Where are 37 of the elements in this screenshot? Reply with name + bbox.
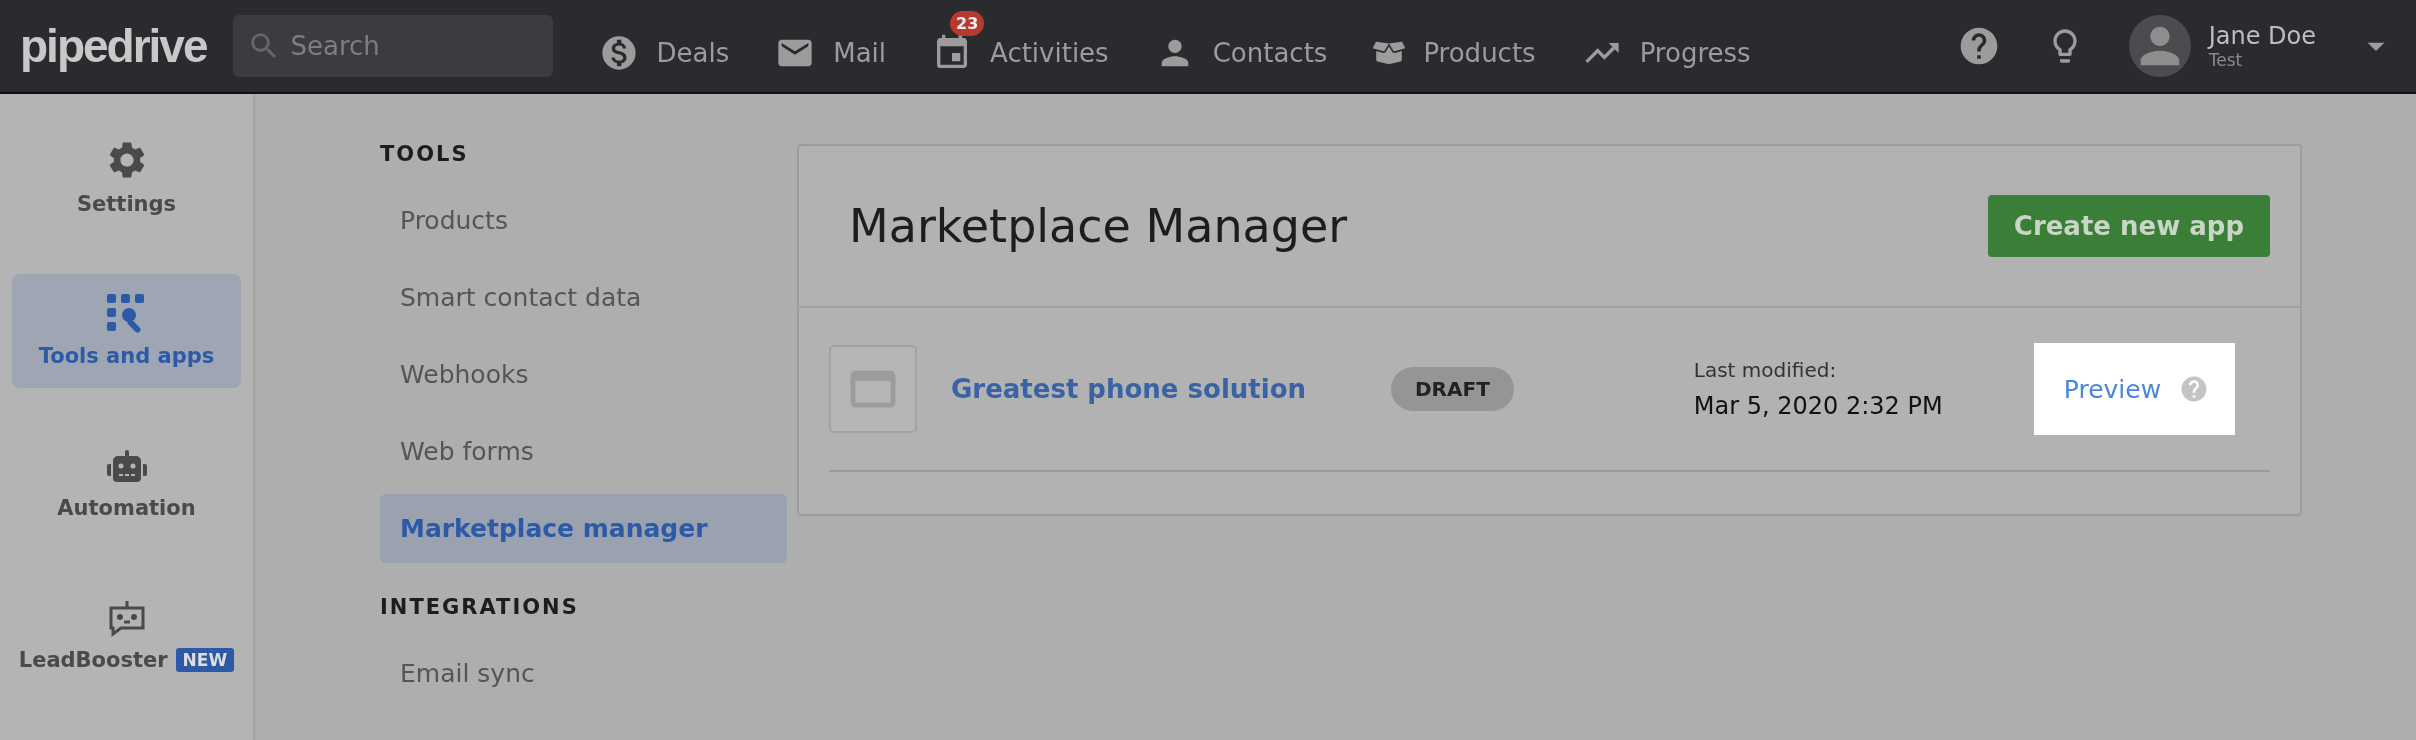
modified-date: Mar 5, 2020 2:32 PM	[1693, 392, 1944, 420]
sidebar-label: Automation	[57, 496, 196, 520]
nav-item[interactable]: Deals	[598, 9, 730, 83]
menu-item[interactable]: Email sync	[380, 639, 787, 708]
menu-item[interactable]: Marketplace manager	[380, 494, 787, 563]
sidebar-label: Tools and apps	[38, 344, 215, 368]
menu-item[interactable]: Web forms	[380, 417, 787, 486]
nav-item[interactable]: Contacts	[1154, 9, 1328, 83]
logo[interactable]: pipedrive	[20, 19, 207, 73]
sidebar-item[interactable]: LeadBooster NEW	[12, 598, 241, 672]
sidebar-label: Settings	[76, 192, 177, 216]
company-name: Test	[2208, 50, 2244, 70]
nav-item[interactable]: Products	[1373, 13, 1536, 79]
menu-item[interactable]: Smart contact data	[380, 263, 787, 332]
menu-item[interactable]: Webhooks	[380, 340, 787, 409]
nav-item[interactable]: Activities 23	[932, 9, 1109, 83]
nav-item[interactable]: Progress	[1581, 9, 1751, 83]
modified-label: Last modified:	[1693, 358, 1838, 382]
create-app-button[interactable]: Create new app	[1987, 195, 2270, 257]
section-heading: TOOLS	[380, 142, 470, 166]
status-badge: DRAFT	[1391, 367, 1514, 411]
new-badge: NEW	[175, 648, 235, 672]
page-title: Marketplace Manager	[849, 199, 1348, 253]
app-window-icon	[829, 345, 917, 433]
tools-icon	[106, 294, 147, 334]
user-name: Jane Doe	[2208, 22, 2316, 50]
count-badge: 23	[950, 11, 985, 36]
sidebar-item[interactable]: Tools and apps	[12, 274, 241, 388]
section-heading: INTEGRATIONS	[380, 595, 580, 619]
preview-link[interactable]: Preview	[2063, 374, 2162, 404]
menu-item[interactable]: Products	[380, 186, 787, 255]
search-field[interactable]: Search	[232, 15, 553, 77]
app-link[interactable]: Greatest phone solution	[951, 374, 1391, 404]
sidebar-label: LeadBooster	[18, 648, 168, 672]
nav-item[interactable]: Mail	[775, 9, 887, 83]
sidebar-item[interactable]: Automation	[12, 446, 241, 520]
sidebar-item[interactable]: Settings	[12, 138, 241, 216]
